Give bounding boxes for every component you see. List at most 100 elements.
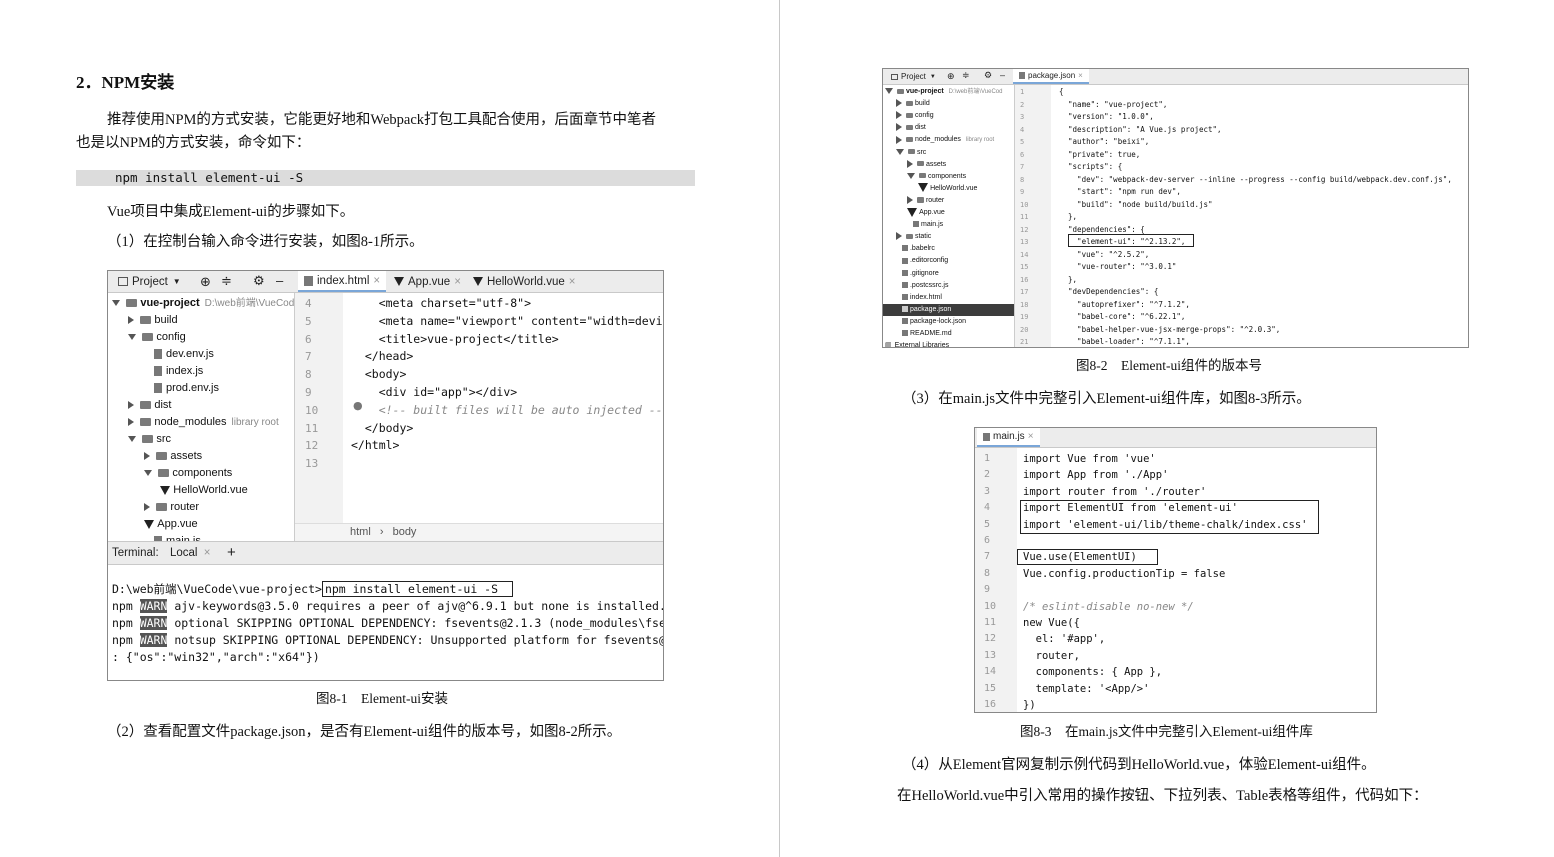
- tree-item-static[interactable]: static: [896, 231, 931, 243]
- tree-item-config[interactable]: config: [128, 329, 186, 346]
- folder-icon: [905, 112, 913, 118]
- expand-arrow-icon[interactable]: [112, 300, 120, 307]
- tab-app-vue[interactable]: App.vue ×: [388, 271, 467, 292]
- expand-arrow-icon[interactable]: [907, 172, 915, 179]
- collapse-arrow-icon[interactable]: [907, 159, 913, 168]
- tree-item-build[interactable]: build: [896, 98, 930, 110]
- collapse-arrow-icon[interactable]: [896, 123, 902, 132]
- tree-item-helloworld-vue[interactable]: HelloWorld.vue: [918, 183, 977, 195]
- tree-item-label: main.js: [920, 221, 944, 229]
- tree-item-prod-env-js[interactable]: prod.env.js: [144, 380, 219, 397]
- tree-item-index-html[interactable]: index.html: [896, 292, 942, 304]
- intro-line-2: 也是以NPM的方式安装，命令如下：: [76, 135, 311, 151]
- tab-package-json[interactable]: package.json ×: [1013, 69, 1089, 84]
- tree-item-readme-md[interactable]: README.md: [896, 328, 952, 340]
- step-3: （3）在main.js文件中完整引入Element-ui组件库，如图8-3所示。: [902, 391, 1311, 407]
- tree-item-assets[interactable]: assets: [144, 448, 202, 465]
- project-dropdown[interactable]: Project ▼: [112, 271, 187, 292]
- line-number: 11: [1020, 213, 1029, 221]
- project-dropdown[interactable]: Project ▼: [885, 69, 942, 84]
- fig1-caption: 图8-1 Element-ui安装: [316, 691, 448, 706]
- code-line: template: '<App/>': [1023, 682, 1150, 695]
- tree-item-config[interactable]: config: [896, 110, 934, 122]
- tree-item-node-modules[interactable]: node_modules library root: [896, 134, 994, 146]
- collapse-arrow-icon[interactable]: [907, 196, 913, 205]
- tab-helloworld-vue[interactable]: HelloWorld.vue ×: [467, 271, 581, 292]
- target-icon[interactable]: ⊕: [200, 274, 211, 290]
- minimize-icon[interactable]: –: [1000, 70, 1005, 80]
- tree-item-babelrc[interactable]: .babelrc: [896, 243, 935, 255]
- gear-icon[interactable]: ⚙: [253, 273, 265, 289]
- close-icon[interactable]: ×: [454, 276, 461, 288]
- terminal-line: : {"os":"win32","arch":"x64"}): [112, 649, 320, 666]
- tree-item-vue-project[interactable]: vue-project D:\web前端\VueCod: [112, 295, 294, 312]
- line-number: 10: [305, 403, 319, 417]
- expand-arrow-icon[interactable]: [144, 470, 152, 477]
- tree-item-gitignore[interactable]: .gitignore: [896, 268, 939, 280]
- tree-item-editorconfig[interactable]: .editorconfig: [896, 255, 948, 267]
- tree-item-external-libraries[interactable]: ▥ External Libraries: [885, 340, 949, 347]
- tree-item-index-js[interactable]: index.js: [144, 363, 203, 380]
- tree-item-node-modules[interactable]: node_modules library root: [128, 414, 279, 431]
- tree-item-app-vue[interactable]: App.vue: [907, 207, 945, 219]
- close-icon[interactable]: ×: [1078, 71, 1083, 80]
- collapse-icon[interactable]: ≑: [962, 70, 970, 81]
- close-icon[interactable]: ×: [569, 276, 576, 288]
- tree-item-postcssrc-js[interactable]: .postcssrc.js: [896, 280, 949, 292]
- tree-item-main-js[interactable]: main.js: [144, 533, 201, 541]
- fig1-breadcrumb[interactable]: html › body: [295, 523, 663, 541]
- tab-index-html[interactable]: index.html ×: [298, 271, 387, 292]
- tree-item-hint: D:\web前端\VueCod: [204, 298, 295, 309]
- gear-icon[interactable]: ⚙: [984, 70, 992, 81]
- tree-item-router[interactable]: router: [907, 195, 944, 207]
- code-line: <body>: [351, 367, 407, 382]
- expand-arrow-icon[interactable]: [128, 436, 136, 443]
- collapse-arrow-icon[interactable]: [896, 111, 902, 120]
- expand-arrow-icon[interactable]: [885, 88, 893, 95]
- expand-arrow-icon[interactable]: [128, 334, 136, 341]
- command-block: npm install element-ui -S: [76, 170, 695, 186]
- collapse-arrow-icon[interactable]: [144, 452, 150, 461]
- tree-item-dist[interactable]: dist: [896, 122, 926, 134]
- tree-item-src[interactable]: src: [128, 431, 171, 448]
- collapse-arrow-icon[interactable]: [896, 99, 902, 108]
- tree-item-main-js[interactable]: main.js: [907, 219, 943, 231]
- breadcrumb-body[interactable]: body: [393, 526, 417, 538]
- tree-item-components[interactable]: components: [144, 465, 232, 482]
- tree-item-app-vue[interactable]: App.vue: [144, 516, 198, 533]
- close-icon[interactable]: ×: [373, 275, 380, 287]
- tree-item-build[interactable]: build: [128, 312, 178, 329]
- terminal-label: Terminal:: [112, 547, 159, 559]
- collapse-icon[interactable]: ≑: [221, 273, 232, 289]
- tree-item-dev-env-js[interactable]: dev.env.js: [144, 346, 214, 363]
- minimize-icon[interactable]: –: [276, 273, 283, 288]
- expand-arrow-icon[interactable]: [896, 148, 904, 155]
- lightbulb-icon[interactable]: ●: [353, 399, 363, 412]
- tree-item-assets[interactable]: assets: [907, 159, 946, 171]
- warn-badge: WARN: [139, 599, 168, 613]
- tree-item-vue-project[interactable]: vue-project D:\web前端\VueCod: [885, 86, 1002, 98]
- collapse-arrow-icon[interactable]: [128, 401, 134, 410]
- target-icon[interactable]: ⊕: [947, 71, 955, 82]
- breadcrumb-html[interactable]: html: [350, 526, 371, 538]
- tree-item-components[interactable]: components: [907, 171, 966, 183]
- tab-main-js[interactable]: main.js ×: [977, 428, 1040, 447]
- close-icon[interactable]: ×: [1028, 431, 1034, 442]
- tree-item-src[interactable]: src: [896, 147, 926, 159]
- close-icon[interactable]: ×: [204, 547, 211, 559]
- collapse-arrow-icon[interactable]: [144, 503, 150, 512]
- collapse-arrow-icon[interactable]: [896, 232, 902, 241]
- tree-item-helloworld-vue[interactable]: HelloWorld.vue: [160, 482, 248, 499]
- project-icon: [118, 277, 128, 286]
- collapse-arrow-icon[interactable]: [128, 316, 134, 325]
- collapse-arrow-icon[interactable]: [896, 135, 902, 144]
- collapse-arrow-icon[interactable]: [128, 418, 134, 427]
- add-terminal-icon[interactable]: +: [227, 544, 236, 561]
- tree-item-package-lock-json[interactable]: package-lock.json: [896, 316, 966, 328]
- tree-item-label: index.js: [165, 365, 204, 377]
- tree-item-package-json[interactable]: package.json: [883, 303, 1014, 316]
- terminal-tab-local[interactable]: Local ×: [170, 547, 210, 559]
- tree-item-dist[interactable]: dist: [128, 397, 171, 414]
- breadcrumb-separator: ›: [379, 526, 384, 538]
- tree-item-router[interactable]: router: [144, 499, 199, 516]
